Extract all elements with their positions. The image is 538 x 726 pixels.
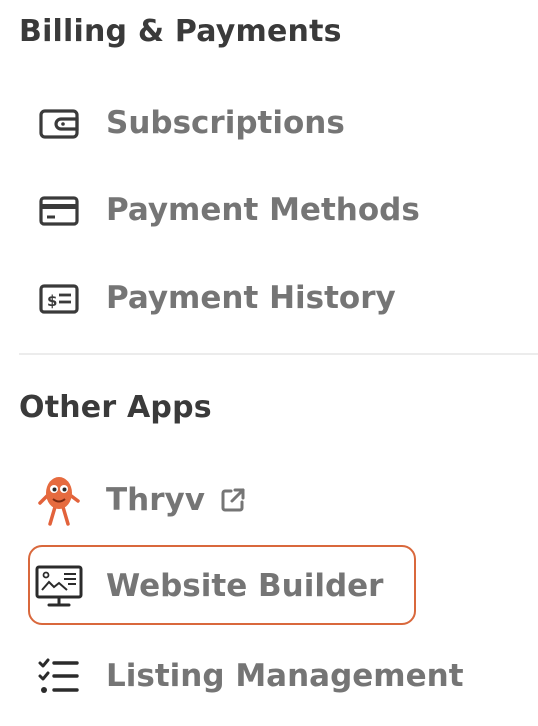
sidebar-item-label: Subscriptions: [106, 105, 345, 141]
sidebar-item-label: Payment History: [106, 280, 396, 316]
other-apps-section-title: Other Apps: [19, 390, 212, 425]
credit-card-icon: [34, 185, 84, 235]
svg-text:$: $: [47, 292, 57, 310]
sidebar-item-label: Payment Methods: [106, 192, 420, 228]
sidebar-item-website-builder[interactable]: Website Builder: [28, 551, 498, 621]
thryv-mascot-icon: [34, 475, 84, 526]
sidebar-item-label: Listing Management: [106, 658, 464, 694]
sidebar-item-thryv[interactable]: Thryv: [28, 465, 498, 535]
website-monitor-icon: [34, 561, 84, 611]
receipt-dollar-icon: $: [34, 273, 84, 323]
sidebar-item-label: Thryv: [106, 482, 205, 518]
sidebar-item-payment-history[interactable]: $ Payment History: [28, 263, 498, 333]
sidebar-item-listing-management[interactable]: Listing Management: [28, 641, 498, 711]
wallet-icon: [34, 98, 84, 148]
sidebar-item-label: Website Builder: [106, 568, 384, 604]
external-link-icon: [219, 486, 247, 514]
sidebar-item-subscriptions[interactable]: Subscriptions: [28, 88, 498, 158]
checklist-icon: [34, 651, 84, 701]
billing-section-title: Billing & Payments: [19, 14, 342, 49]
section-divider: [19, 353, 538, 355]
sidebar-item-payment-methods[interactable]: Payment Methods: [28, 175, 498, 245]
